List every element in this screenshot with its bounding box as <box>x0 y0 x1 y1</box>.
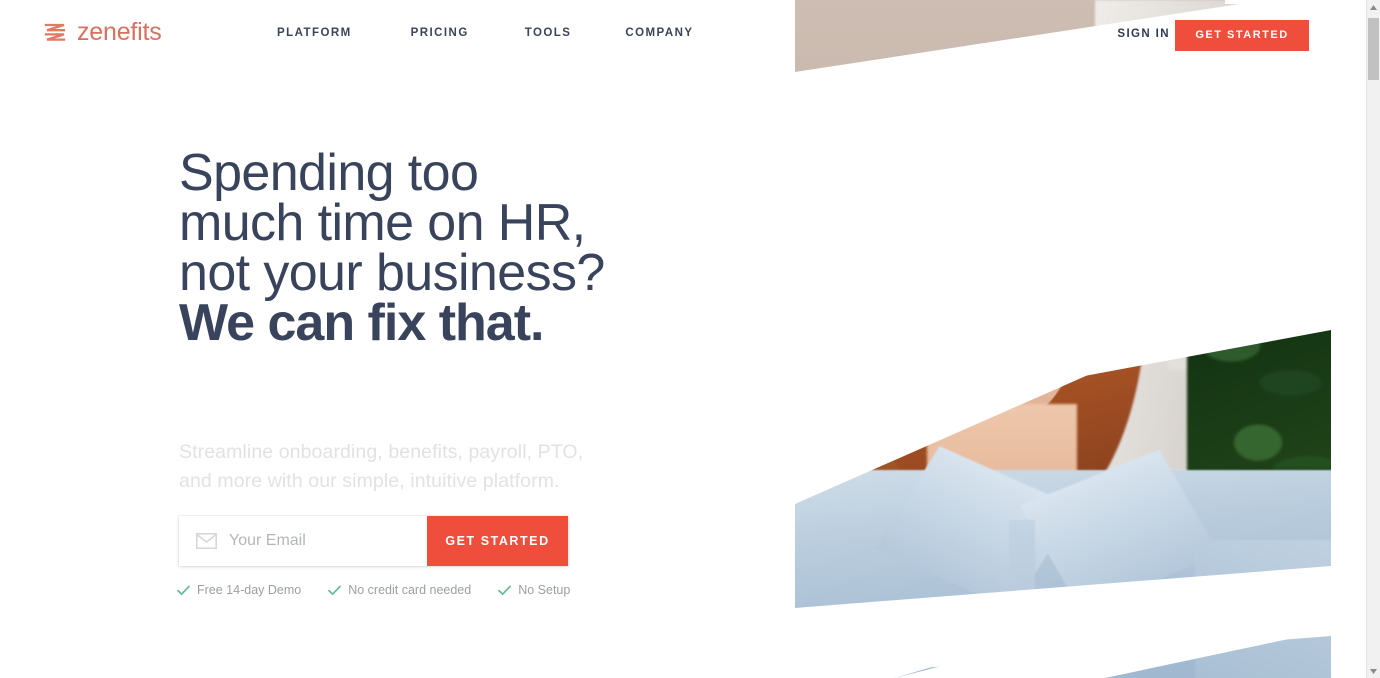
nav-item-company[interactable]: COMPANY <box>625 27 693 39</box>
scroll-up-arrow-icon <box>1370 4 1377 10</box>
main-navigation: PLATFORM PRICING TOOLS COMPANY <box>277 27 693 39</box>
email-field-wrapper <box>179 516 427 566</box>
hero-image <box>795 0 1331 678</box>
perk-label: No Setup <box>518 583 571 597</box>
check-icon <box>498 585 512 595</box>
scrollbar-up-button[interactable] <box>1367 0 1380 14</box>
nav-item-platform[interactable]: PLATFORM <box>277 27 352 39</box>
browser-viewport: zenefits PLATFORM PRICING TOOLS COMPANY … <box>0 0 1380 678</box>
landing-page: zenefits PLATFORM PRICING TOOLS COMPANY … <box>0 0 1366 678</box>
zenefits-zigzag-logo-icon <box>44 23 66 41</box>
vertical-scrollbar[interactable] <box>1366 0 1380 678</box>
brand-name: zenefits <box>77 18 162 46</box>
perk-item: No Setup <box>498 583 570 597</box>
check-icon <box>177 585 190 595</box>
perk-item: No credit card needed <box>328 583 471 597</box>
perk-label: Free 14-day Demo <box>197 583 302 597</box>
photo-nose <box>971 288 991 318</box>
scrollbar-thumb[interactable] <box>1368 18 1379 80</box>
photo-shirt-placket <box>1009 520 1035 678</box>
nav-item-pricing[interactable]: PRICING <box>411 27 469 39</box>
email-signup-form: GET STARTED <box>179 516 568 566</box>
photo-shirt-button <box>1015 600 1026 611</box>
check-icon <box>328 585 342 595</box>
brand-logo[interactable]: zenefits <box>44 20 162 45</box>
signup-get-started-button[interactable]: GET STARTED <box>427 516 568 566</box>
hero-photograph <box>795 0 1331 678</box>
email-input[interactable] <box>229 532 427 550</box>
headline-line-4-bold: We can fix that. <box>179 294 544 352</box>
envelope-icon <box>196 533 217 549</box>
site-header: zenefits PLATFORM PRICING TOOLS COMPANY … <box>0 0 1366 72</box>
scrollbar-down-button[interactable] <box>1367 664 1380 678</box>
perk-item: Free 14-day Demo <box>177 583 301 597</box>
sign-in-link[interactable]: SIGN IN <box>1117 28 1170 40</box>
photo-shoulder <box>1195 540 1331 678</box>
perk-label: No credit card needed <box>348 583 472 597</box>
nav-item-tools[interactable]: TOOLS <box>525 27 572 39</box>
header-get-started-button[interactable]: GET STARTED <box>1175 20 1309 51</box>
perks-list: Free 14-day Demo No credit card needed N… <box>177 583 570 597</box>
scroll-down-arrow-icon <box>1370 668 1377 674</box>
hero-copy: Spending too much time on HR, not your b… <box>179 147 739 349</box>
page-title: Spending too much time on HR, not your b… <box>179 147 739 349</box>
hero-subheading: Streamline onboarding, benefits, payroll… <box>179 441 584 492</box>
